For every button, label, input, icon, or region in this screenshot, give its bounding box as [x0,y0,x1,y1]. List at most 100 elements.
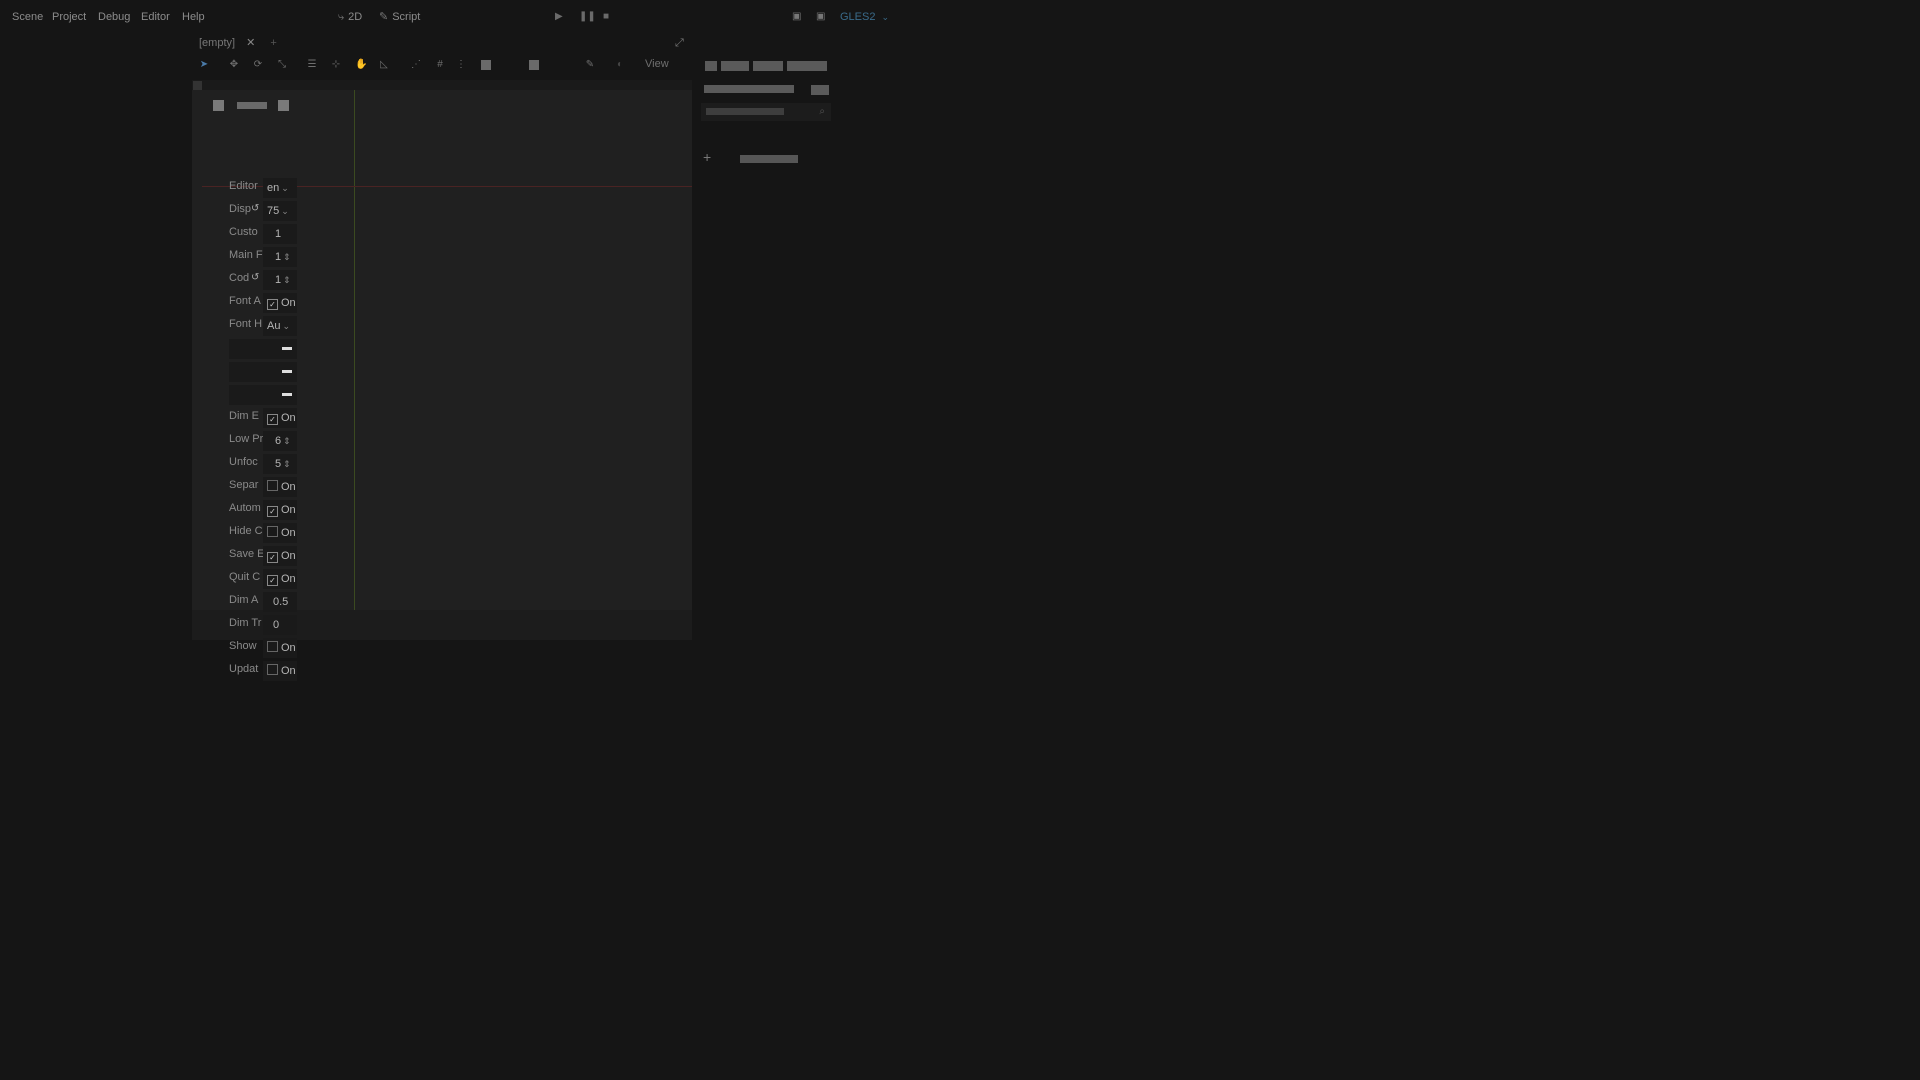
dock-tab-placeholder[interactable] [753,61,783,71]
overlay-bar-icon[interactable] [237,102,267,109]
font-antialias-checkbox[interactable]: ✓ On [263,293,297,313]
font-file-field-2[interactable]: ▬ [229,362,297,382]
show-checkbox[interactable]: On [263,638,297,658]
low-processor-spinbox[interactable]: 6 ⇕ [263,431,297,451]
root-node-placeholder[interactable] [740,155,798,163]
setting-label: Font A [229,295,261,307]
save-each-checkbox[interactable]: ✓ On [263,546,297,566]
list-tool-icon[interactable]: ☰ [307,60,317,70]
move-tool-icon[interactable]: ✥ [229,60,239,70]
setting-row-show: Show On [229,638,299,658]
pan-tool-icon[interactable]: ✋ [355,60,367,70]
separate-checkbox[interactable]: On [263,477,297,497]
setting-row-save-each: Save E ✓ On [229,546,299,566]
setting-row-font-hinting: Font H Au ⌄ [229,316,299,336]
font-file-field-1[interactable]: ▬ [229,339,297,359]
dock-tab-placeholder[interactable] [787,61,827,71]
setting-label: Quit C [229,571,261,583]
dim-amount-field[interactable]: 0.5 [263,592,297,612]
editor-language-dropdown[interactable]: en ⌄ [263,178,297,198]
grid-snap-icon[interactable]: # [435,60,445,70]
setting-row-editor-language: Editor en ⌄ [229,178,299,198]
dock-toolbar-placeholder[interactable] [704,85,794,93]
rotate-tool-icon[interactable]: ⟳ [253,60,263,70]
script-icon: ✎ [379,11,389,23]
font-hinting-dropdown[interactable]: Au ⌄ [263,316,297,336]
checkbox-checked-icon: ✓ [267,299,278,310]
mode-script-button[interactable]: ✎ Script [379,6,420,28]
update-checkbox[interactable]: On [263,661,297,681]
mode-2d-button[interactable]: ⤷ 2D [338,6,362,28]
scene-dock-tabs[interactable] [701,60,831,72]
add-tab-icon[interactable]: + [270,37,276,49]
unfocused-spinbox[interactable]: 5 ⇕ [263,454,297,474]
folder-icon[interactable]: ▬ [282,342,292,353]
menu-project[interactable]: Project [52,6,86,28]
setting-label: Separ [229,479,259,491]
search-icon: ⌕ [819,106,825,117]
quit-confirm-checkbox[interactable]: ✓ On [263,569,297,589]
renderer-dropdown[interactable]: GLES2 ⌄ [840,6,889,28]
dim-transition-field[interactable]: 0 [263,615,297,635]
reset-icon[interactable]: ↺ [251,272,259,283]
mode-script-label: Script [392,11,421,23]
filter-placeholder-glyphs [706,107,784,115]
menu-help[interactable]: Help [182,6,205,28]
hide-console-checkbox[interactable]: On [263,523,297,543]
layout-button[interactable]: ▣ [816,6,825,28]
scene-tab[interactable]: [empty] ✕ + [199,34,277,52]
reset-icon[interactable]: ↺ [251,203,259,214]
setting-label: Unfoc [229,456,258,468]
select-tool-icon[interactable]: ➤ [199,60,209,70]
filter-nodes-input[interactable]: ⌕ [701,103,831,121]
plus-icon: + [703,149,712,165]
lock-icon[interactable] [481,60,491,70]
pause-button[interactable]: ❚❚ [579,6,596,28]
dim-editor-checkbox[interactable]: ✓ On [263,408,297,428]
setting-label: Low Pr [229,433,263,445]
add-node-button[interactable]: + [703,149,711,165]
setting-row-code-font: Cod ↺ 1 ⇕ [229,270,299,290]
dock-tab-placeholder[interactable] [705,61,717,71]
setting-label: Autom [229,502,261,514]
ruler-tool-icon[interactable]: ◺ [379,60,389,70]
more-options-icon[interactable]: ⋮ [456,60,466,70]
setting-row-separate: Separ On [229,477,299,497]
favorites-icon[interactable] [811,85,829,95]
setting-row-display-scale: Disp ↺ 75 ⌄ [229,201,299,221]
checkbox-unchecked-icon [267,480,278,491]
group-icon[interactable] [529,60,539,70]
custom-scale-field[interactable]: 1 [263,224,297,244]
stop-button[interactable]: ■ [603,6,609,28]
dock-tab-placeholder[interactable] [721,61,749,71]
distraction-free-button[interactable]: ⤢ [675,37,684,50]
overlay-square-icon[interactable] [213,100,224,111]
folder-icon[interactable]: ▬ [282,365,292,376]
chevron-down-icon: ⌄ [281,206,289,216]
menu-scene[interactable]: Scene [12,6,43,28]
setting-label: Save E [229,548,263,560]
bone-icon[interactable]: ✎ [585,60,595,70]
checkbox-unchecked-icon [267,664,278,675]
play-button[interactable]: ▶ [555,6,563,28]
snap-icon[interactable]: ⋰ [411,60,421,70]
setting-row-unfocused: Unfoc 5 ⇕ [229,454,299,474]
overlay-square-icon-2[interactable] [278,100,289,111]
fullscreen-icon: ⤢ [675,37,684,49]
close-icon[interactable]: ✕ [246,37,255,49]
main-font-spinbox[interactable]: 1 ⇕ [263,247,297,267]
visibility-icon[interactable]: ◐ [615,60,625,70]
movie-maker-button[interactable]: ▣ [792,6,801,28]
code-font-spinbox[interactable]: 1 ⇕ [263,270,297,290]
layout-icon: ▣ [816,11,826,22]
font-file-field-3[interactable]: ▬ [229,385,297,405]
display-scale-dropdown[interactable]: 75 ⌄ [263,201,297,221]
menu-editor[interactable]: Editor [141,6,170,28]
folder-icon[interactable]: ▬ [282,388,292,399]
menu-debug[interactable]: Debug [98,6,130,28]
scale-tool-icon[interactable]: ⤡ [277,60,287,70]
checkbox-checked-icon: ✓ [267,506,278,517]
pivot-tool-icon[interactable]: ⊹ [331,60,341,70]
automatic-checkbox[interactable]: ✓ On [263,500,297,520]
view-menu-button[interactable]: View [645,58,669,70]
